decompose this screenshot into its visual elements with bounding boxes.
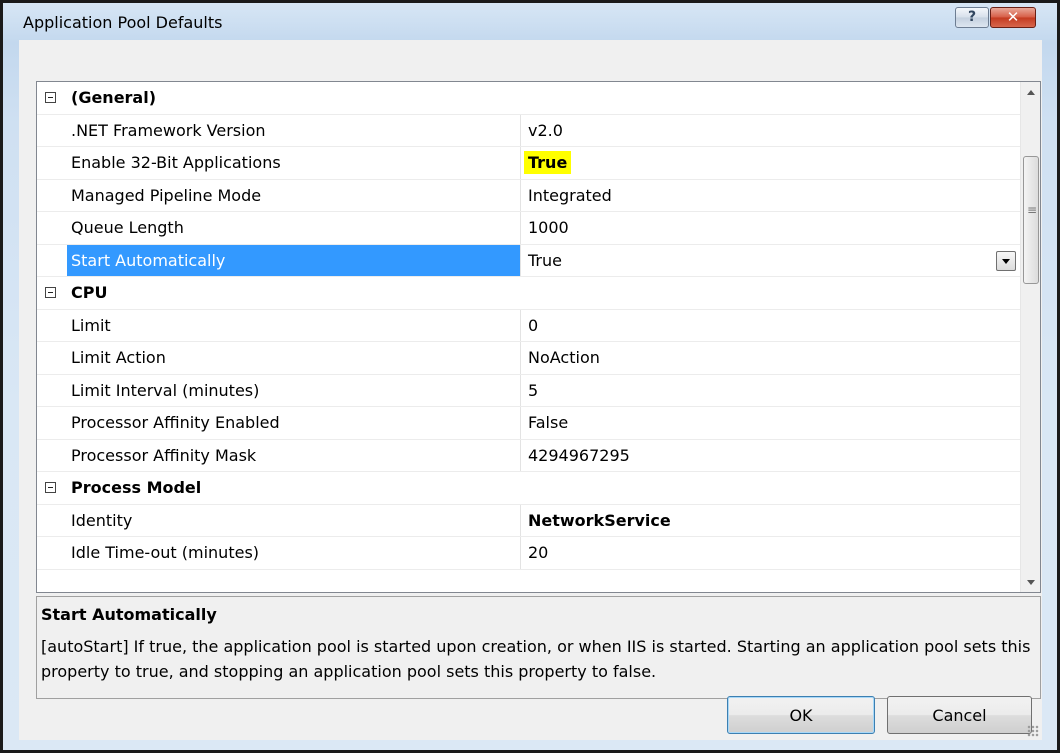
property-value[interactable]: 1000 [521,212,1020,244]
window-title: Application Pool Defaults [23,13,223,32]
property-name: Processor Affinity Enabled [71,413,280,432]
property-row[interactable]: Limit Action NoAction [37,342,1020,375]
property-value[interactable]: True [521,147,1020,179]
property-value[interactable]: NetworkService [521,505,1020,537]
property-value[interactable]: 4294967295 [521,440,1020,472]
dropdown-value: True [528,250,562,270]
help-icon: ? [967,9,977,25]
collapse-icon[interactable] [45,92,56,103]
help-button[interactable]: ? [955,7,989,28]
description-title: Start Automatically [41,605,217,624]
property-name: Processor Affinity Mask [71,445,257,465]
property-name: Managed Pipeline Mode [71,185,262,205]
property-row[interactable]: Processor Affinity Enabled False [37,407,1020,440]
category-label: CPU [71,283,108,302]
property-row[interactable]: Identity NetworkService [37,504,1020,537]
collapse-icon[interactable] [45,482,56,493]
property-name: Limit Action [71,348,166,367]
category-label: Process Model [71,478,202,497]
property-value[interactable]: v2.0 [521,115,1020,147]
property-value-dropdown[interactable]: True [521,245,1020,277]
category-label: (General) [71,88,157,107]
property-value[interactable]: 5 [521,375,1020,407]
cancel-button[interactable]: Cancel [887,696,1032,734]
category-row-cpu[interactable]: CPU [37,277,1020,310]
vertical-scrollbar[interactable] [1020,82,1040,592]
close-icon: ✕ [1006,8,1020,26]
property-name: Limit Interval (minutes) [71,380,260,400]
property-row[interactable]: Limit 0 [37,309,1020,342]
property-row[interactable]: Idle Time-out (minutes) 20 [37,537,1020,570]
property-name: Queue Length [71,218,184,237]
property-value[interactable]: 0 [521,310,1020,342]
property-name: Identity [71,510,133,530]
property-name: Limit [71,315,111,335]
highlighted-value: True [524,151,572,174]
property-name: Start Automatically [67,244,520,276]
property-value[interactable]: False [521,407,1020,439]
scroll-up-arrow-icon[interactable] [1021,82,1040,102]
category-row-process-model[interactable]: Process Model [37,472,1020,505]
description-panel: Start Automatically [autoStart] If true,… [36,596,1041,699]
property-name: .NET Framework Version [71,120,266,140]
property-name: Enable 32-Bit Applications [71,153,281,172]
description-text: [autoStart] If true, the application poo… [41,637,1031,681]
property-row[interactable]: Processor Affinity Mask 4294967295 [37,439,1020,472]
category-row-general[interactable]: (General) [37,82,1020,115]
property-rows: (General) .NET Framework Version v2.0 En… [37,82,1020,570]
property-name: Idle Time-out (minutes) [71,543,260,562]
scroll-down-arrow-icon[interactable] [1021,572,1040,592]
dialog-client-area: (General) .NET Framework Version v2.0 En… [19,40,1042,740]
chevron-down-icon[interactable] [996,250,1016,271]
close-button[interactable]: ✕ [990,7,1036,28]
resize-grip-icon[interactable] [1027,725,1039,737]
property-grid[interactable]: (General) .NET Framework Version v2.0 En… [36,81,1041,593]
property-row[interactable]: Queue Length 1000 [37,212,1020,245]
property-value[interactable]: 20 [521,537,1020,569]
property-row[interactable]: .NET Framework Version v2.0 [37,114,1020,147]
property-value[interactable]: Integrated [521,180,1020,212]
property-row[interactable]: Enable 32-Bit Applications True [37,147,1020,180]
collapse-icon[interactable] [45,287,56,298]
ok-button[interactable]: OK [727,696,875,734]
application-pool-defaults-dialog: Application Pool Defaults ? ✕ (General) … [0,0,1060,753]
property-row-selected[interactable]: Start Automatically True [37,244,1020,277]
property-row[interactable]: Limit Interval (minutes) 5 [37,374,1020,407]
property-value[interactable]: NoAction [521,342,1020,374]
title-bar[interactable]: Application Pool Defaults ? ✕ [3,3,1057,35]
scrollbar-thumb[interactable] [1023,156,1039,284]
property-row[interactable]: Managed Pipeline Mode Integrated [37,179,1020,212]
